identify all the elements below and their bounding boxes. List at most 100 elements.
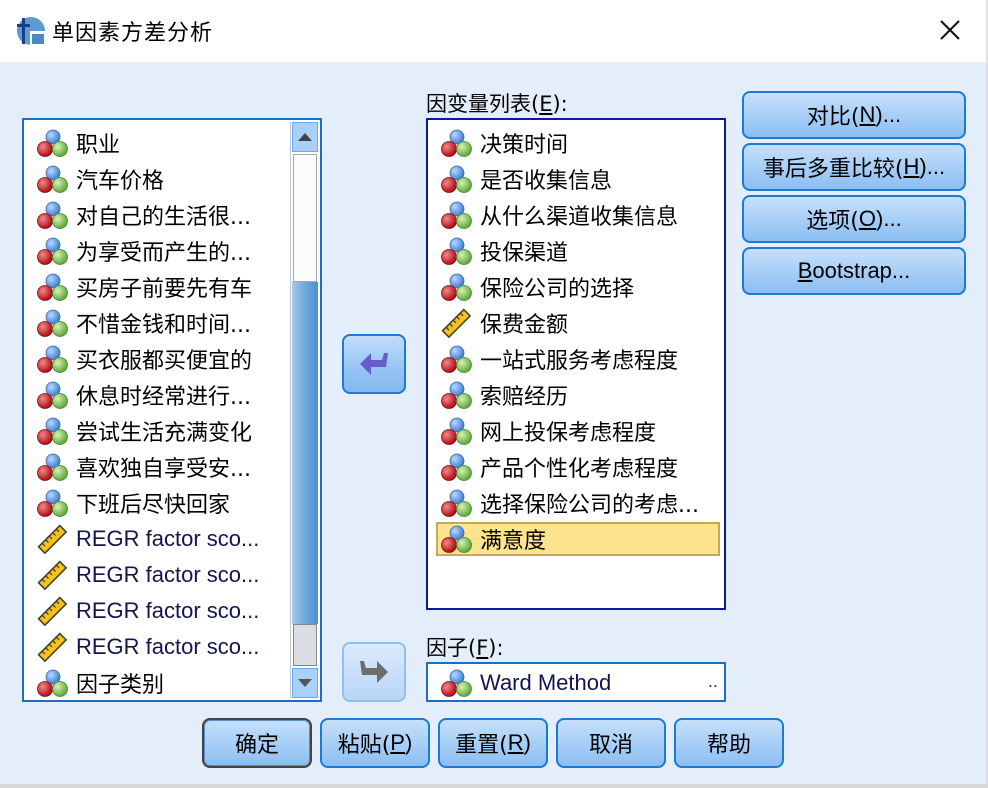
variable-item[interactable]: 不惜金钱和时间... [36,306,286,340]
variable-item[interactable]: 职业 [36,126,286,160]
nominal-variable-icon [440,164,474,194]
nominal-variable-icon [36,668,70,698]
variable-item[interactable]: 一站式服务考虑程度 [440,342,678,376]
close-button[interactable] [930,12,970,48]
variable-item[interactable]: REGR factor sco... [36,630,286,664]
factor-ellipsis: .. [707,672,718,691]
variable-item-selected[interactable]: 满意度 [436,522,720,556]
variable-label: 是否收集信息 [480,169,613,194]
bottom-button-3[interactable]: 取消 [556,718,666,768]
dependent-list-label: 因变量列表(E): [426,88,568,118]
nominal-variable-icon [36,200,70,230]
factor-variable[interactable]: Ward Method [440,666,611,700]
variable-label: 不惜金钱和时间... [76,313,251,338]
window-title: 单因素方差分析 [52,21,214,46]
dependent-label-text: 因变量列表( [426,92,540,116]
button-label: 取消 [588,733,633,758]
source-list-scrollbar[interactable] [290,122,319,698]
dependent-label-suffix: ): [552,92,568,116]
nominal-variable-icon [440,236,474,266]
button-label: 确定 [234,733,279,758]
variable-item[interactable]: 买衣服都买便宜的 [36,342,286,376]
nominal-variable-icon [440,488,474,518]
scale-variable-icon [36,632,70,663]
variable-item[interactable]: 网上投保考虑程度 [440,414,656,448]
variable-label: 选择保险公司的考虑... [480,493,699,518]
variable-item[interactable]: 对自己的生活很... [36,198,286,232]
scroll-up-button[interactable] [292,122,318,152]
variable-item[interactable]: 汽车价格 [36,162,286,196]
move-to-dependent-button[interactable] [342,334,406,394]
variable-label: 对自己的生活很... [76,205,251,230]
variable-label: 为享受而产生的... [76,241,251,266]
button-mnemonic: H [903,154,920,179]
variable-item[interactable]: 是否收集信息 [440,162,612,196]
factor-label-text: 因子( [426,636,477,660]
dependent-variable-list[interactable]: 决策时间是否收集信息从什么渠道收集信息 投保渠道保险公司的选择 保费金额 一站式服务考… [426,118,726,610]
nominal-variable-icon [36,344,70,374]
arrow-right-icon [360,661,388,683]
dependent-label-mnemonic: E [539,92,553,116]
bottom-button-2[interactable]: 重置(R) [438,718,548,768]
nominal-variable-icon [440,668,474,698]
factor-label: 因子(F): [426,632,504,662]
side-button-3[interactable]: Bootstrap... [742,247,966,295]
scroll-track-lower[interactable] [293,624,317,666]
variable-item[interactable]: 买房子前要先有车 [36,270,286,304]
scroll-down-button[interactable] [292,668,318,698]
variable-item[interactable]: 因子类别 [36,666,286,700]
variable-label: 从什么渠道收集信息 [480,205,679,230]
variable-item[interactable]: 保险公司的选择 [440,270,634,304]
variable-label: REGR factor sco... [76,562,260,587]
variable-item[interactable]: 从什么渠道收集信息 [440,198,678,232]
nominal-variable-icon [36,164,70,194]
move-to-factor-button[interactable] [342,642,406,702]
variable-item[interactable]: 选择保险公司的考虑... [440,486,699,520]
factor-label-mnemonic: F [476,636,489,660]
button-label-suffix: )... [875,102,902,127]
nominal-variable-icon [36,272,70,302]
button-mnemonic: R [507,730,524,755]
variable-label: 尝试生活充满变化 [76,421,253,446]
source-variable-list[interactable]: 职业 汽车价格对自己的生活很... 为享受而产生的... 买房子前要先有车不惜金钱和时… [22,118,322,702]
variable-item[interactable]: REGR factor sco... [36,594,286,628]
variable-item[interactable]: 决策时间 [440,126,568,160]
bottom-button-1[interactable]: 粘贴(P) [320,718,430,768]
variable-label: 投保渠道 [480,241,569,266]
variable-item[interactable]: 产品个性化考虑程度 [440,450,678,484]
background-strip [0,784,988,788]
variable-item[interactable]: 休息时经常进行... [36,378,286,412]
bottom-button-0[interactable]: 确定 [202,718,312,768]
side-button-1[interactable]: 事后多重比较(H)... [742,143,966,191]
button-label: 事后多重比较( [762,157,904,182]
variable-label: REGR factor sco... [76,634,260,659]
variable-item[interactable]: 为享受而产生的... [36,234,286,268]
scroll-track-upper[interactable] [293,154,317,282]
bottom-button-4[interactable]: 帮助 [674,718,784,768]
nominal-variable-icon [440,272,474,302]
side-button-0[interactable]: 对比(N)... [742,91,966,139]
one-way-anova-dialog: 单因素方差分析 职业 汽车价格对自己的生活很... 为享受而产生的... 买房子前要先… [0,0,988,788]
scroll-thumb[interactable] [292,282,318,624]
variable-item[interactable]: 喜欢独自享受安... [36,450,286,484]
variable-item[interactable]: 尝试生活充满变化 [36,414,286,448]
button-label-suffix: )... [919,154,946,179]
nominal-variable-icon [36,236,70,266]
variable-label: 休息时经常进行... [76,385,251,410]
factor-field[interactable]: Ward Method .. [426,662,726,702]
variable-item[interactable]: REGR factor sco... [36,558,286,592]
button-mnemonic: P [390,730,405,755]
variable-label: REGR factor sco... [76,526,260,551]
nominal-variable-icon [440,344,474,374]
spss-app-icon [16,16,46,46]
variable-item[interactable]: 保费金额 [440,306,568,340]
variable-item[interactable]: 下班后尽快回家 [36,486,286,520]
button-label: 对比( [806,105,860,130]
nominal-variable-icon [36,452,70,482]
side-button-2[interactable]: 选项(O)... [742,195,966,243]
variable-item[interactable]: 索赔经历 [440,378,568,412]
button-mnemonic: B [797,258,813,283]
button-label: 选项( [806,209,859,234]
variable-item[interactable]: REGR factor sco... [36,522,286,556]
variable-item[interactable]: 投保渠道 [440,234,568,268]
